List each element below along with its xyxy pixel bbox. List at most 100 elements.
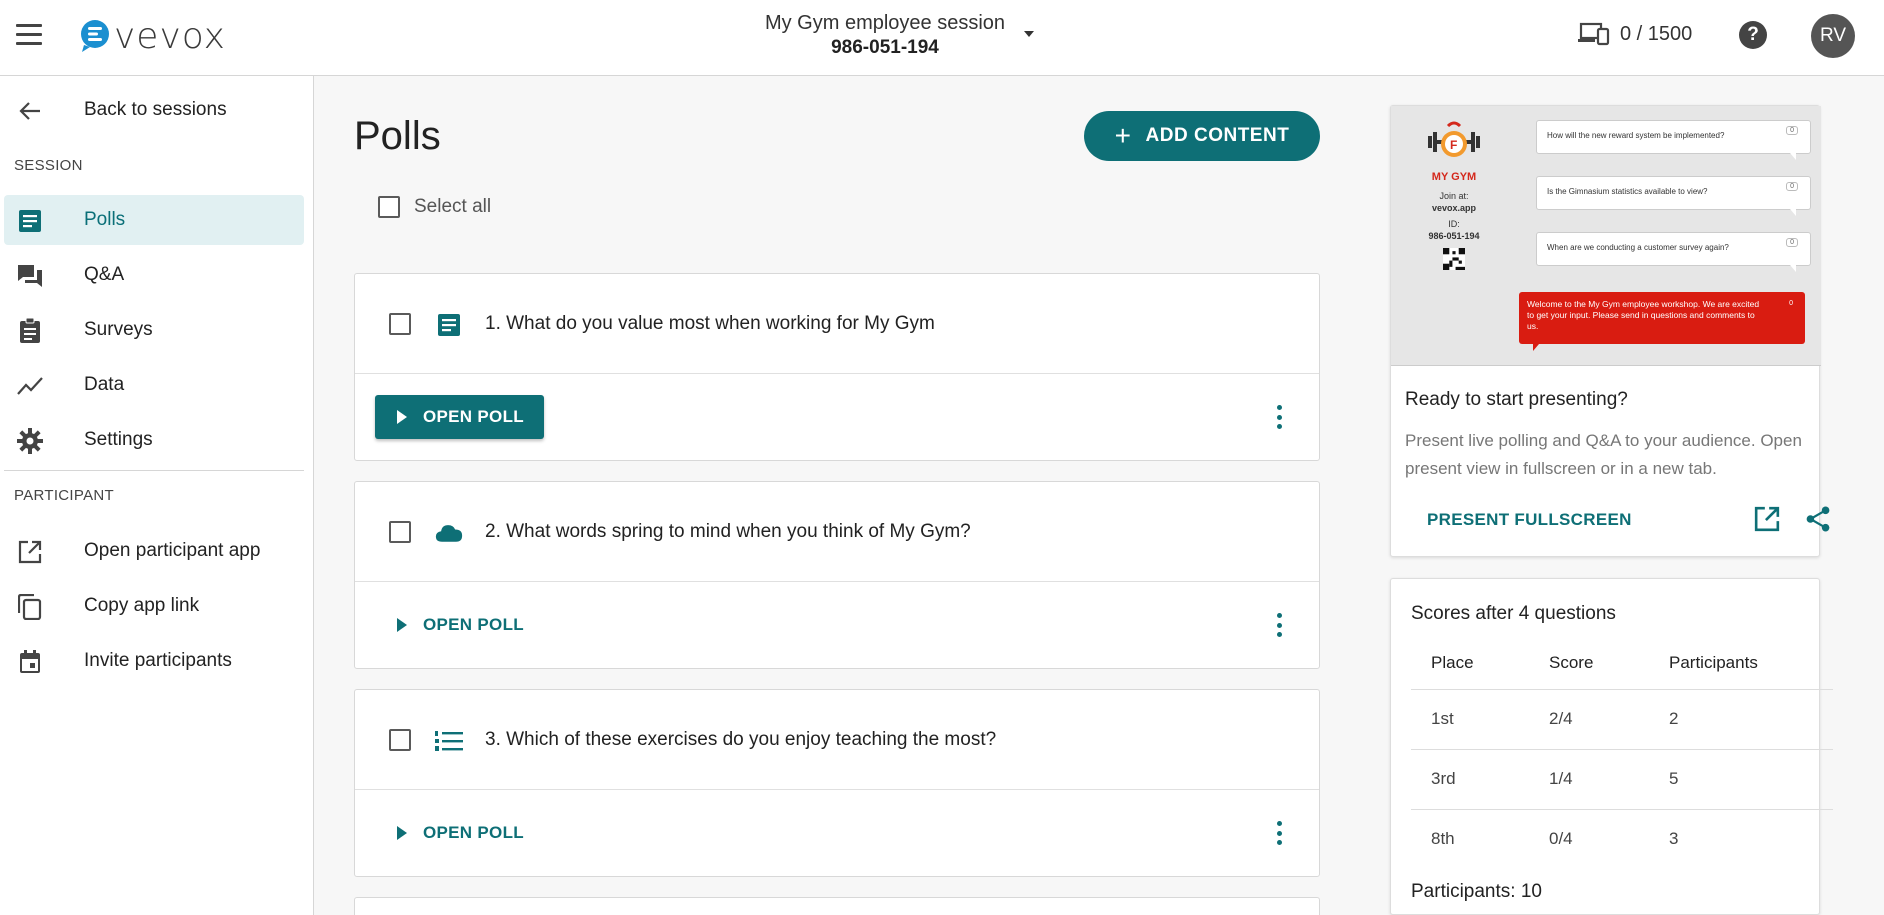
sidebar-item-label: Open participant app bbox=[84, 540, 261, 561]
scores-card: Scores after 4 questions Place Score Par… bbox=[1390, 578, 1833, 915]
join-at-label: Join at: bbox=[1439, 191, 1469, 201]
ranked-list-icon bbox=[435, 728, 463, 754]
polls-main: Polls + ADD CONTENT Select all 1. What d… bbox=[314, 76, 1320, 915]
present-fullscreen-button[interactable]: PRESENT FULLSCREEN bbox=[1427, 510, 1632, 530]
open-poll-label: OPEN POLL bbox=[423, 407, 524, 426]
participants-cell: 3 bbox=[1669, 829, 1679, 849]
join-url: vevox.app bbox=[1431, 203, 1477, 213]
vevox-logo-icon bbox=[81, 20, 109, 52]
session-name: My Gym employee session bbox=[764, 12, 1006, 34]
preview-brand: F MY GYM bbox=[1419, 120, 1489, 183]
share-icon[interactable] bbox=[1805, 506, 1831, 532]
device-counter[interactable]: 0 / 1500 bbox=[1578, 22, 1692, 46]
top-bar: vevox My Gym employee session 986-051-19… bbox=[0, 0, 1884, 76]
back-to-sessions[interactable]: Back to sessions bbox=[4, 85, 304, 135]
sidebar-item-settings[interactable]: Settings bbox=[4, 415, 304, 465]
present-card: F MY GYM Join at: vevox.app ID: 986-051-… bbox=[1390, 105, 1830, 557]
open-new-tab-icon[interactable] bbox=[1754, 506, 1780, 532]
id-label: ID: bbox=[1448, 219, 1460, 229]
present-preview[interactable]: F MY GYM Join at: vevox.app ID: 986-051-… bbox=[1391, 106, 1821, 366]
open-poll-button[interactable]: OPEN POLL bbox=[375, 811, 544, 855]
preview-session-id: 986-051-194 bbox=[1428, 231, 1480, 241]
calendar-icon bbox=[16, 648, 44, 676]
select-all-checkbox[interactable] bbox=[378, 196, 400, 218]
bubble-text: When are we conducting a customer survey… bbox=[1547, 243, 1729, 252]
participants-cell: 2 bbox=[1649, 689, 1833, 750]
avatar[interactable]: RV bbox=[1811, 14, 1855, 58]
preview-brand-name: MY GYM bbox=[1431, 171, 1477, 183]
poll-checkbox[interactable] bbox=[389, 521, 411, 543]
play-icon bbox=[397, 410, 407, 424]
ready-description: Present live polling and Q&A to your aud… bbox=[1405, 431, 1802, 478]
help-icon[interactable]: ? bbox=[1739, 21, 1767, 49]
scores-title: Scores after 4 questions bbox=[1411, 603, 1616, 624]
poll-card: 3. Which of these exercises do you enjoy… bbox=[354, 689, 1320, 877]
session-selector[interactable]: My Gym employee session 986-051-194 bbox=[740, 12, 1030, 59]
copy-icon bbox=[16, 593, 44, 621]
open-poll-label: OPEN POLL bbox=[423, 615, 524, 634]
play-icon bbox=[397, 826, 407, 840]
table-header-row: Place Score Participants bbox=[1411, 637, 1833, 690]
poll-card bbox=[354, 897, 1320, 915]
poll-header[interactable]: 3. Which of these exercises do you enjoy… bbox=[355, 690, 1319, 790]
table-row: 1st 2/4 2 bbox=[1411, 689, 1833, 750]
poll-checkbox[interactable] bbox=[389, 313, 411, 335]
table-row: 8th 0/4 3 bbox=[1411, 809, 1833, 869]
preview-question-bubble: How will the new reward system be implem… bbox=[1536, 120, 1811, 160]
more-options-icon[interactable] bbox=[1277, 405, 1283, 429]
poll-card: 2. What words spring to mind when you th… bbox=[354, 481, 1320, 669]
sidebar-item-label: Invite participants bbox=[84, 650, 232, 671]
sidebar-item-copy-app-link[interactable]: Copy app link bbox=[4, 581, 304, 631]
play-icon bbox=[397, 618, 407, 632]
page-title: Polls bbox=[354, 114, 441, 158]
poll-header[interactable]: 1. What do you value most when working f… bbox=[355, 274, 1319, 374]
more-options-icon[interactable] bbox=[1277, 613, 1283, 637]
qr-code-icon bbox=[1443, 248, 1465, 270]
poll-question: 3. Which of these exercises do you enjoy… bbox=[485, 729, 997, 750]
preview-question-bubble: Is the Gimnasium statistics available to… bbox=[1536, 176, 1811, 216]
poll-question: 1. What do you value most when working f… bbox=[485, 313, 935, 334]
more-options-icon[interactable] bbox=[1277, 821, 1283, 845]
sidebar-item-label: Settings bbox=[84, 429, 153, 450]
sidebar-item-surveys[interactable]: Surveys bbox=[4, 305, 304, 355]
svg-text:F: F bbox=[1450, 138, 1457, 152]
place-cell: 8th bbox=[1431, 829, 1455, 849]
arrow-left-icon bbox=[16, 97, 44, 125]
gear-icon bbox=[16, 427, 44, 455]
like-count: 0 bbox=[1786, 182, 1798, 191]
back-label: Back to sessions bbox=[84, 99, 227, 120]
logo-text: vevox bbox=[114, 15, 226, 57]
participant-section-header: PARTICIPANT bbox=[14, 487, 114, 504]
menu-icon[interactable] bbox=[16, 24, 42, 46]
place-cell: 1st bbox=[1411, 689, 1529, 750]
sidebar-item-polls[interactable]: Polls bbox=[4, 195, 304, 245]
plus-icon: + bbox=[1114, 120, 1132, 151]
sidebar-item-qa[interactable]: Q&A bbox=[4, 250, 304, 300]
poll-checkbox[interactable] bbox=[389, 729, 411, 751]
ready-title: Ready to start presenting? bbox=[1405, 389, 1628, 410]
sidebar-item-label: Copy app link bbox=[84, 595, 200, 616]
sidebar-item-label: Q&A bbox=[84, 264, 125, 285]
devices-icon bbox=[1578, 22, 1610, 46]
sidebar-item-invite-participants[interactable]: Invite participants bbox=[4, 636, 304, 686]
preview-question-bubble: When are we conducting a customer survey… bbox=[1536, 232, 1811, 272]
scores-table: Place Score Participants 1st 2/4 2 3rd 1… bbox=[1411, 637, 1833, 869]
poll-header[interactable]: 2. What words spring to mind when you th… bbox=[355, 482, 1319, 582]
chevron-down-icon[interactable] bbox=[1024, 31, 1034, 37]
session-id: 986-051-194 bbox=[831, 37, 939, 58]
vevox-logo[interactable]: vevox bbox=[80, 15, 226, 57]
sidebar: Back to sessions SESSION Polls Q&A Surve… bbox=[0, 76, 314, 915]
sidebar-item-data[interactable]: Data bbox=[4, 360, 304, 410]
score-cell: 2/4 bbox=[1529, 689, 1649, 750]
like-count: 0 bbox=[1789, 300, 1793, 307]
column-header: Participants bbox=[1649, 637, 1833, 690]
sidebar-divider bbox=[4, 470, 304, 471]
open-poll-button[interactable]: OPEN POLL bbox=[375, 395, 544, 439]
poll-card: 1. What do you value most when working f… bbox=[354, 273, 1320, 461]
open-poll-button[interactable]: OPEN POLL bbox=[375, 603, 544, 647]
preview-welcome-bubble: Welcome to the My Gym employee workshop.… bbox=[1519, 292, 1805, 351]
sidebar-item-open-participant-app[interactable]: Open participant app bbox=[4, 526, 304, 576]
add-content-button[interactable]: + ADD CONTENT bbox=[1084, 111, 1320, 161]
select-all[interactable]: Select all bbox=[378, 196, 491, 218]
participants-total: Participants: 10 bbox=[1411, 881, 1542, 902]
